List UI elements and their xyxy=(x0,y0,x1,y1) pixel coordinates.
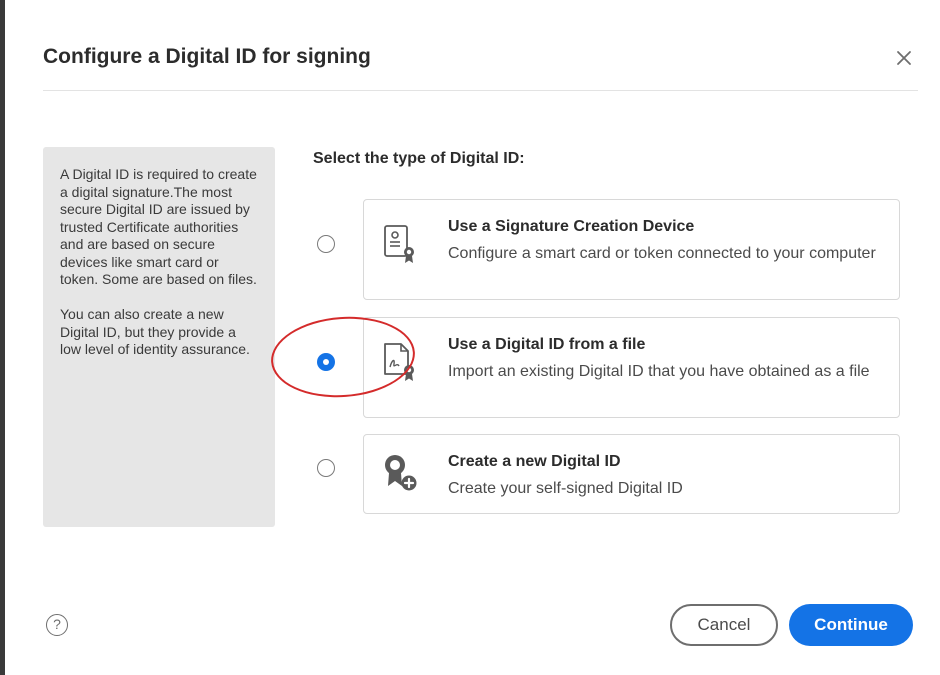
radio-signature-device[interactable] xyxy=(317,235,335,253)
title-divider xyxy=(43,90,918,91)
certificate-device-icon xyxy=(384,225,414,263)
option-card-digital-id-file[interactable]: Use a Digital ID from a file Import an e… xyxy=(363,317,900,418)
help-button[interactable]: ? xyxy=(46,614,68,636)
section-label: Select the type of Digital ID: xyxy=(313,150,525,167)
close-icon xyxy=(897,51,911,65)
help-icon: ? xyxy=(53,616,61,632)
option-title: Create a new Digital ID xyxy=(448,453,621,470)
info-paragraph: You can also create a new Digital ID, bu… xyxy=(60,306,250,357)
dialog-title: Configure a Digital ID for signing xyxy=(43,45,371,68)
info-paragraph: A Digital ID is required to create a dig… xyxy=(60,166,257,287)
option-card-new-digital-id[interactable]: Create a new Digital ID Create your self… xyxy=(363,434,900,514)
cancel-button[interactable]: Cancel xyxy=(670,604,778,646)
certificate-file-icon xyxy=(384,343,414,381)
option-card-signature-device[interactable]: Use a Signature Creation Device Configur… xyxy=(363,199,900,300)
radio-new-digital-id[interactable] xyxy=(317,459,335,477)
configure-digital-id-dialog: Configure a Digital ID for signing A Dig… xyxy=(5,0,940,675)
option-title: Use a Signature Creation Device xyxy=(448,218,695,235)
option-description: Create your self-signed Digital ID xyxy=(448,480,683,497)
option-description: Configure a smart card or token connecte… xyxy=(448,245,876,262)
radio-digital-id-file[interactable] xyxy=(317,353,335,371)
continue-button[interactable]: Continue xyxy=(789,604,913,646)
option-title: Use a Digital ID from a file xyxy=(448,336,646,353)
info-panel: A Digital ID is required to create a dig… xyxy=(43,147,275,527)
close-button[interactable] xyxy=(890,44,918,72)
new-digital-id-icon xyxy=(385,455,417,491)
option-description: Import an existing Digital ID that you h… xyxy=(448,363,870,380)
